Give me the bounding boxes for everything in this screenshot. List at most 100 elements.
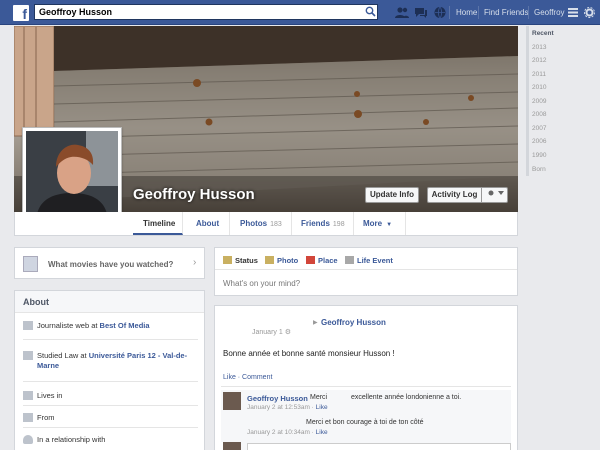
tab-about[interactable]: About [183, 212, 230, 235]
from-text: From [37, 413, 55, 422]
year-link[interactable]: 2009 [532, 98, 546, 105]
nav-profile[interactable]: Geoffroy [534, 8, 565, 17]
comment: Geoffroy Husson Merci excellente année l… [221, 390, 511, 416]
film-icon [23, 256, 38, 272]
like-comment-links[interactable]: Like · Comment [223, 374, 272, 381]
profile-name[interactable]: Geoffroy Husson [133, 186, 255, 203]
about-education: Studied Law at Université Paris 12 - Val… [23, 351, 198, 373]
year-link[interactable]: 2010 [532, 84, 546, 91]
relationship-text: In a relationship with [37, 435, 106, 444]
year-link[interactable]: 2011 [532, 71, 546, 78]
composer-tab-photo[interactable]: Photo [265, 256, 298, 265]
flag-icon [345, 256, 354, 264]
year-link[interactable]: 2008 [532, 111, 546, 118]
friend-requests-icon[interactable] [395, 6, 409, 19]
comment: Merci et bon courage à toi de ton côté J… [221, 416, 511, 442]
post-date[interactable]: January 1 ⚙ [252, 328, 291, 336]
year-link[interactable]: Born [532, 166, 546, 173]
nav-find-friends[interactable]: Find Friends [484, 8, 528, 17]
messages-icon[interactable] [414, 6, 428, 19]
audience-icon: ⚙ [284, 329, 291, 336]
activity-log-button[interactable]: Activity Log [427, 187, 481, 203]
divider [23, 339, 198, 340]
divider [23, 427, 198, 428]
comment-text: Merci [310, 394, 328, 401]
composer-tab-label: Status [235, 256, 258, 265]
composer-tab-life-event[interactable]: Life Event [345, 256, 393, 265]
comment-like-link[interactable]: Like [316, 429, 328, 436]
year-link[interactable]: 1990 [532, 152, 546, 159]
timeline-year-nav: Recent 2013 2012 2011 2010 2009 2008 200… [526, 26, 600, 450]
divider [449, 6, 450, 19]
year-link[interactable]: 2006 [532, 138, 546, 145]
divider [23, 381, 198, 382]
post-text: Bonne année et bonne santé monsieur Huss… [223, 349, 395, 358]
heart-icon [23, 435, 33, 444]
gear-icon[interactable] [584, 7, 595, 18]
movies-prompt-text: What movies have you watched? [48, 260, 174, 269]
divider [221, 386, 511, 387]
write-comment [223, 441, 511, 450]
movies-prompt-card[interactable]: What movies have you watched? › [14, 247, 205, 279]
divider [23, 405, 198, 406]
comment-meta: January 2 at 12:53am · Like [247, 404, 328, 411]
facebook-logo[interactable]: f [13, 5, 29, 21]
about-title: About [15, 291, 204, 313]
privacy-shortcuts-icon[interactable] [568, 8, 578, 17]
avatar[interactable] [223, 392, 241, 410]
home-icon [23, 391, 33, 400]
year-link[interactable]: Recent [532, 30, 554, 37]
chevron-right-icon: › [193, 257, 197, 268]
friends-count: 198 [332, 221, 345, 228]
composer-tab-place[interactable]: Place [306, 256, 338, 265]
year-link[interactable]: 2013 [532, 44, 546, 51]
arrow-right-icon: ▶ [313, 320, 318, 326]
profile-tabs: Timeline About Photos 183 Friends 198 More… [14, 212, 518, 236]
notifications-icon[interactable] [433, 6, 447, 19]
search-icon[interactable] [365, 6, 376, 17]
status-composer: Status Photo Place Life Event What's on … [214, 247, 518, 296]
top-bar: f Home Find Friends Geoffroy [0, 0, 600, 25]
divider [528, 6, 529, 19]
update-info-button[interactable]: Update Info [365, 187, 419, 203]
camera-icon [265, 256, 274, 264]
pencil-icon [223, 256, 232, 264]
timeline-post: ▶ Geoffroy Husson January 1 ⚙ Bonne anné… [214, 305, 518, 450]
location-pin-icon [306, 256, 315, 264]
search-input[interactable] [34, 4, 378, 20]
composer-tab-status[interactable]: Status [223, 256, 258, 265]
gear-icon [488, 190, 504, 196]
tab-label: About [196, 219, 220, 228]
tab-label: Timeline [143, 219, 176, 228]
briefcase-icon [23, 321, 33, 330]
comment-like-link[interactable]: Like [316, 404, 328, 411]
settings-dropdown-button[interactable] [481, 187, 508, 203]
work-link[interactable]: Best Of Media [100, 321, 150, 330]
post-author[interactable]: Geoffroy Husson [321, 318, 386, 327]
tab-label: Photos [240, 219, 268, 228]
comment-input[interactable] [247, 443, 511, 450]
about-card: About Journaliste web at Best Of Media S… [14, 290, 205, 450]
year-link[interactable]: 2012 [532, 57, 546, 64]
lives-in-text: Lives in [37, 391, 63, 400]
work-prefix: Journaliste web at [37, 321, 100, 330]
nav-home[interactable]: Home [456, 8, 477, 17]
study-prefix: Studied Law at [37, 351, 89, 360]
tab-photos[interactable]: Photos 183 [230, 212, 292, 235]
composer-tab-label: Life Event [357, 256, 393, 265]
composer-tab-label: Place [318, 256, 338, 265]
composer-input[interactable]: What's on your mind? [223, 279, 300, 288]
composer-tab-label: Photo [277, 256, 299, 265]
comment-text: excellente année londonienne a toi. [351, 394, 462, 401]
photos-count: 183 [270, 221, 282, 228]
tab-more[interactable]: More ▼ [354, 212, 406, 235]
comment-text: Merci et bon courage à toi de ton côté [306, 419, 424, 426]
tab-friends[interactable]: Friends 198 [292, 212, 354, 235]
comment-author[interactable]: Geoffroy Husson [247, 394, 308, 403]
year-nav-rail [526, 26, 529, 176]
tab-timeline[interactable]: Timeline [133, 212, 183, 235]
year-link[interactable]: 2007 [532, 125, 546, 132]
tab-label: More [363, 219, 383, 228]
avatar [223, 442, 241, 450]
tab-label: Friends [301, 219, 330, 228]
